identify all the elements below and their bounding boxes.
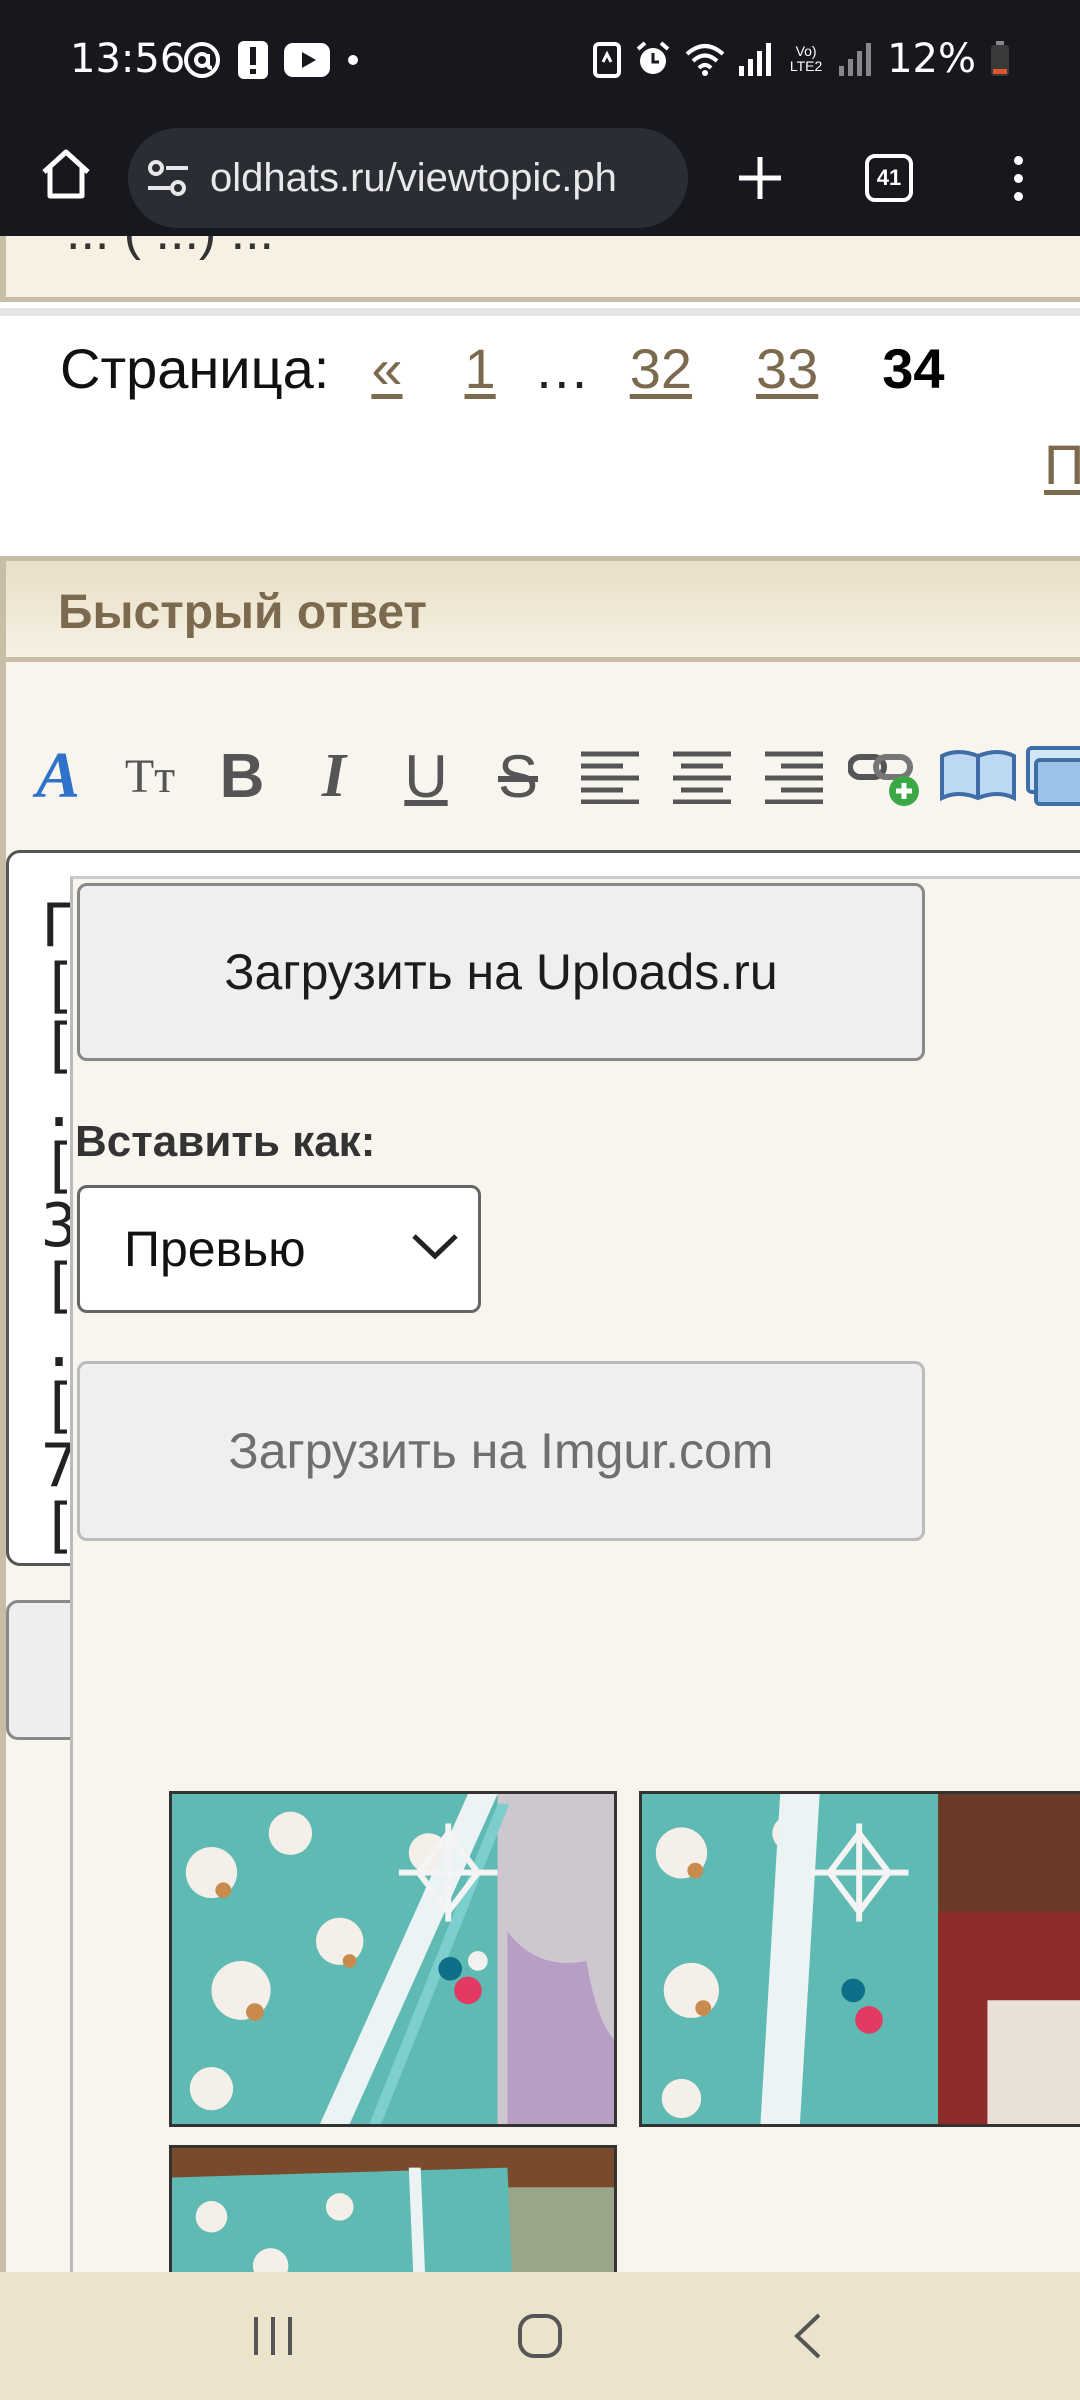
link-icon <box>848 754 919 806</box>
upload-uploads-ru-button[interactable]: Загрузить на Uploads.ru <box>77 883 925 1061</box>
back-button[interactable] <box>747 2291 867 2381</box>
home-button[interactable] <box>30 138 102 210</box>
lte-badge: Vo) LTE2 <box>789 43 823 74</box>
web-page: ... ( ...) ... Страница: « 1 … 32 33 34 … <box>0 236 1080 2272</box>
align-left-button[interactable] <box>564 736 656 816</box>
battery-percent: 12% <box>887 36 976 82</box>
uploaded-image-thumbnail[interactable] <box>169 1791 617 2127</box>
topic-header-strip: ... ( ...) ... <box>0 236 1080 302</box>
url-text: oldhats.ru/viewtopic.ph <box>210 156 617 200</box>
pagination-page-33[interactable]: 33 <box>756 336 818 401</box>
insert-as-value: Превью <box>124 1221 306 1277</box>
topic-title-fragment: ... ( ...) ... <box>66 236 274 262</box>
system-navigation-bar <box>0 2272 1080 2400</box>
data-saver-icon <box>593 40 622 78</box>
status-bar: 13:56 Vo) LTE2 12% <box>0 0 1080 118</box>
pagination-current-page: 34 <box>882 337 945 400</box>
align-right-button[interactable] <box>748 736 840 816</box>
pagination-ellipsis: … <box>533 337 590 400</box>
align-center-icon <box>673 751 731 804</box>
status-time: 13:56 <box>70 36 186 82</box>
upload-imgur-button[interactable]: Загрузить на Imgur.com <box>77 1361 925 1541</box>
insert-as-label: Вставить как: <box>75 1117 376 1166</box>
signal-weak-icon <box>839 42 873 76</box>
alert-icon <box>238 41 268 79</box>
uploaded-image-thumbnail[interactable] <box>169 2145 617 2272</box>
quick-reply-title: Быстрый ответ <box>58 586 427 639</box>
pagination: Страница: « 1 … 32 33 34 <box>60 336 945 401</box>
strikethrough-button[interactable]: S <box>472 736 564 816</box>
bbcode-toolbar: A Tт B I U S <box>12 736 1080 816</box>
chevron-down-icon <box>412 1234 458 1260</box>
signal-icon <box>739 42 773 76</box>
more-dot-icon <box>1013 191 1023 201</box>
quick-reply-header: Быстрый ответ <box>0 556 1080 662</box>
youtube-icon <box>284 43 330 77</box>
new-tab-button[interactable] <box>722 140 798 216</box>
font-size-button[interactable]: Tт <box>104 736 196 816</box>
book-icon <box>940 750 1016 802</box>
more-dot-icon <box>1013 155 1023 165</box>
browser-toolbar: oldhats.ru/viewtopic.ph 41 <box>0 118 1080 236</box>
more-menu-button[interactable] <box>990 140 1046 216</box>
tab-switcher-button[interactable]: 41 <box>850 142 928 214</box>
pagination-page-1[interactable]: 1 <box>465 336 496 401</box>
recent-apps-icon <box>254 2317 293 2355</box>
images-icon <box>1026 746 1080 806</box>
status-left-icons <box>182 40 360 80</box>
uploaded-image-thumbnail[interactable] <box>639 1791 1080 2127</box>
pagination-page-32[interactable]: 32 <box>630 336 692 401</box>
plus-icon <box>739 157 781 199</box>
home-nav-button[interactable] <box>480 2291 600 2381</box>
italic-button[interactable]: I <box>288 736 380 816</box>
pagination-label: Страница: <box>60 337 330 400</box>
tab-count: 41 <box>865 154 913 202</box>
dot-icon <box>346 53 360 67</box>
status-right-icons: Vo) LTE2 12% <box>593 36 1010 82</box>
address-bar[interactable]: oldhats.ru/viewtopic.ph <box>128 128 688 228</box>
align-center-button[interactable] <box>656 736 748 816</box>
font-color-button[interactable]: A <box>12 736 104 816</box>
align-left-icon <box>581 751 639 804</box>
pagination-prev-link[interactable]: « <box>371 336 402 401</box>
divider <box>0 308 1080 316</box>
alarm-icon <box>635 41 671 77</box>
site-settings-icon[interactable] <box>146 158 190 203</box>
bold-button[interactable]: B <box>196 736 288 816</box>
insert-image-button[interactable] <box>1024 736 1080 816</box>
underline-button[interactable]: U <box>380 736 472 816</box>
insert-quote-button[interactable] <box>932 736 1024 816</box>
home-icon <box>42 149 90 199</box>
more-dot-icon <box>1013 173 1023 183</box>
align-right-icon <box>765 751 823 804</box>
wifi-icon <box>685 42 725 76</box>
insert-link-button[interactable] <box>840 736 932 816</box>
next-link-fragment[interactable]: П <box>1044 432 1080 497</box>
battery-icon <box>990 41 1010 77</box>
back-chevron-icon <box>793 2313 821 2359</box>
recent-apps-button[interactable] <box>213 2291 333 2381</box>
home-circle-icon <box>517 2314 562 2358</box>
image-upload-popup: Загрузить на Uploads.ru Вставить как: Пр… <box>70 876 1080 2272</box>
insert-as-select[interactable]: Превью <box>77 1185 481 1313</box>
at-sign-icon <box>182 40 222 80</box>
